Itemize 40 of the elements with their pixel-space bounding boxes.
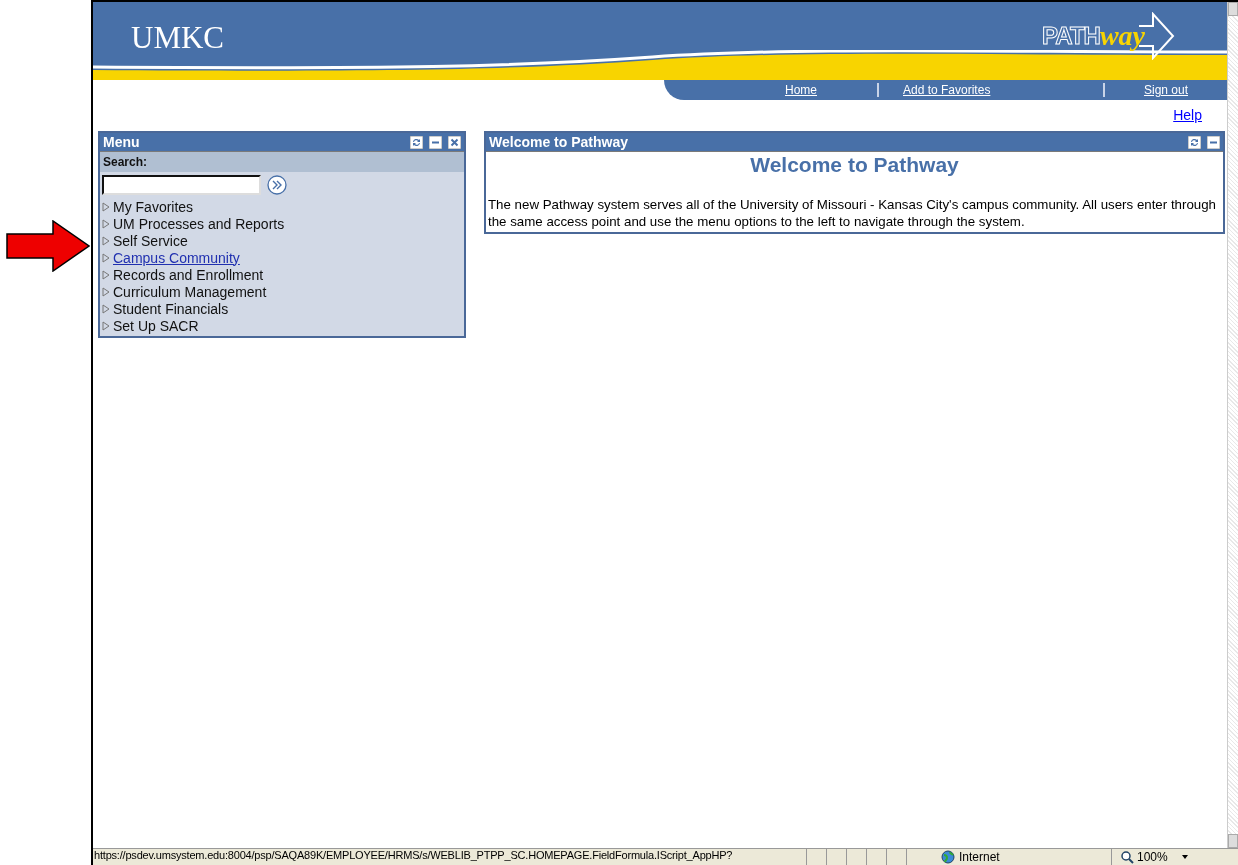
triangle-icon [102, 218, 110, 229]
brand-logo: PATHway [1038, 10, 1179, 62]
refresh-icon[interactable] [1188, 135, 1201, 149]
triangle-icon [102, 235, 110, 246]
panel-title: Welcome to Pathway [489, 134, 628, 150]
menu-item[interactable]: Records and Enrollment [100, 266, 464, 283]
search-go-icon[interactable] [267, 175, 287, 195]
zone-label: Internet [959, 850, 1000, 864]
help-link[interactable]: Help [1173, 107, 1202, 123]
scrollbar[interactable] [1227, 2, 1238, 848]
panel-title: Menu [103, 134, 140, 150]
minimize-icon[interactable] [1207, 135, 1220, 149]
close-icon[interactable] [448, 135, 461, 149]
status-url: https://psdev.umsystem.edu:8004/psp/SAQA89K/EMPLOYEE/HRMS/s/WEBLIB_PTPP_SC.HOMEPAGE.FieldFormula.IScript_AppHP? [93, 849, 807, 865]
minimize-icon[interactable] [429, 135, 442, 149]
menu-item[interactable]: Student Financials [100, 300, 464, 317]
refresh-icon[interactable] [410, 135, 423, 149]
search-label: Search: [100, 152, 464, 172]
nav-link[interactable]: Home [664, 83, 877, 97]
menu-item[interactable]: Self Service [100, 232, 464, 249]
triangle-icon [102, 269, 110, 280]
logo: UMKC [131, 20, 224, 56]
welcome-text: The new Pathway system serves all of the University of Missouri - Kansas City's campus community. All users enter through the same access point and use the menu options to the left to navigate through the system. [488, 197, 1217, 230]
search-field[interactable] [102, 175, 261, 195]
nav-link[interactable]: Add to Favorites [877, 83, 1103, 97]
welcome-heading: Welcome to Pathway [749, 153, 960, 177]
triangle-icon [102, 252, 110, 263]
triangle-icon [102, 201, 110, 212]
zoom-icon[interactable] [1120, 850, 1134, 864]
triangle-icon [102, 320, 110, 331]
menu-item[interactable]: Curriculum Management [100, 283, 464, 300]
triangle-icon [102, 286, 110, 297]
globe-icon [941, 850, 955, 864]
triangle-icon [102, 303, 110, 314]
menu-item[interactable]: Set Up SACR [100, 317, 464, 334]
zoom-level[interactable]: 100% [1137, 850, 1168, 864]
menu-item[interactable]: My Favorites [100, 198, 464, 215]
menu-item[interactable]: UM Processes and Reports [100, 215, 464, 232]
menu-item[interactable]: Campus Community [100, 249, 464, 266]
caret-icon[interactable] [1180, 854, 1189, 860]
